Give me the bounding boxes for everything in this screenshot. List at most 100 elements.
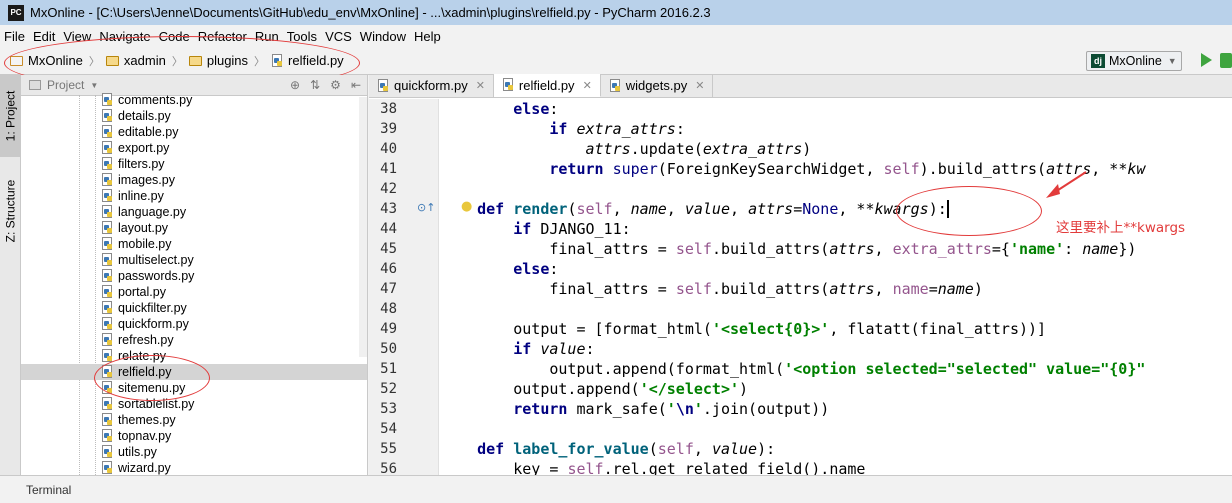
breadcrumb-item-project[interactable]: MxOnline	[6, 53, 87, 68]
package-folder-icon	[188, 55, 202, 66]
line-number: 45	[380, 241, 397, 257]
code-line: output.append('</select>')	[441, 380, 749, 398]
menu-tools[interactable]: Tools	[283, 29, 321, 44]
tree-file-item[interactable]: relate.py	[21, 348, 367, 364]
tree-file-item[interactable]: quickfilter.py	[21, 300, 367, 316]
tree-file-label: passwords.py	[118, 269, 195, 283]
chevron-right-icon: 〉	[171, 54, 183, 68]
tab-widgets[interactable]: widgets.py ✕	[601, 74, 714, 97]
debug-icon[interactable]	[1220, 53, 1232, 68]
tree-file-item[interactable]: portal.py	[21, 284, 367, 300]
python-file-icon	[101, 269, 114, 283]
tree-file-item[interactable]: themes.py	[21, 412, 367, 428]
breadcrumb-item-plugins[interactable]: plugins	[185, 53, 252, 68]
tree-file-label: sitemenu.py	[118, 381, 186, 395]
python-file-icon	[101, 365, 114, 379]
breadcrumb-item-file[interactable]: relfield.py	[267, 53, 348, 68]
tree-file-item[interactable]: multiselect.py	[21, 252, 367, 268]
code-line: else:	[513, 100, 559, 118]
package-folder-icon	[105, 55, 119, 66]
project-panel-title[interactable]: Project	[47, 78, 84, 92]
tree-file-label: relfield.py	[118, 365, 172, 379]
window-titlebar: PC MxOnline - [C:\Users\Jenne\Documents\…	[0, 0, 1232, 25]
tree-file-item[interactable]: mobile.py	[21, 236, 367, 252]
tree-file-item[interactable]: language.py	[21, 204, 367, 220]
tree-file-label: images.py	[118, 173, 175, 187]
menu-help[interactable]: Help	[410, 29, 445, 44]
line-number: 49	[380, 321, 397, 337]
project-folder-icon	[10, 55, 23, 66]
menu-window[interactable]: Window	[356, 29, 410, 44]
tree-file-item[interactable]: sortablelist.py	[21, 396, 367, 412]
run-icon[interactable]	[1201, 53, 1212, 67]
close-icon[interactable]: ✕	[695, 79, 704, 92]
tree-file-item[interactable]: inline.py	[21, 188, 367, 204]
python-file-icon	[101, 93, 114, 107]
override-marker-icon[interactable]: ⊙↑	[417, 201, 435, 214]
pycharm-app-icon: PC	[8, 4, 24, 21]
terminal-tab[interactable]: Terminal	[26, 483, 71, 497]
tree-file-label: refresh.py	[118, 333, 174, 347]
tree-file-label: details.py	[118, 109, 171, 123]
chevron-right-icon: 〉	[254, 54, 266, 68]
menu-edit[interactable]: Edit	[29, 29, 59, 44]
tree-file-item[interactable]: editable.py	[21, 124, 367, 140]
close-icon[interactable]: ✕	[583, 79, 592, 92]
python-file-icon	[101, 173, 114, 187]
gear-icon[interactable]: ⚙	[330, 78, 341, 92]
line-number: 47	[380, 281, 397, 297]
line-number: 52	[380, 381, 397, 397]
tree-file-label: layout.py	[118, 221, 169, 235]
python-file-icon	[101, 413, 114, 427]
tree-file-item[interactable]: passwords.py	[21, 268, 367, 284]
tree-file-item[interactable]: comments.py	[21, 92, 367, 108]
locate-icon[interactable]: ⊕	[290, 78, 300, 92]
menu-view[interactable]: View	[59, 29, 95, 44]
tree-file-label: themes.py	[118, 413, 176, 427]
menu-run[interactable]: Run	[251, 29, 283, 44]
python-file-icon	[101, 397, 114, 411]
python-file-icon	[101, 253, 114, 267]
breadcrumb-item-xadmin[interactable]: xadmin	[102, 53, 170, 68]
close-icon[interactable]: ✕	[476, 79, 485, 92]
tab-project[interactable]: 1: Project	[0, 75, 21, 157]
tree-file-label: inline.py	[118, 189, 164, 203]
tree-file-item[interactable]: topnav.py	[21, 428, 367, 444]
menu-code[interactable]: Code	[155, 29, 194, 44]
breadcrumb-label: xadmin	[123, 53, 166, 68]
tree-file-item[interactable]: utils.py	[21, 444, 367, 460]
tree-file-item[interactable]: sitemenu.py	[21, 380, 367, 396]
tree-file-label: comments.py	[118, 93, 193, 107]
python-file-icon	[101, 109, 114, 123]
tree-file-item[interactable]: images.py	[21, 172, 367, 188]
tree-file-item[interactable]: relfield.py	[21, 364, 367, 380]
tree-file-item[interactable]: details.py	[21, 108, 367, 124]
run-configuration-select[interactable]: dj MxOnline ▼	[1086, 51, 1182, 71]
tree-file-item[interactable]: filters.py	[21, 156, 367, 172]
python-file-icon	[502, 78, 515, 92]
tree-file-item[interactable]: quickform.py	[21, 316, 367, 332]
tree-file-label: relate.py	[118, 349, 166, 363]
code-area[interactable]: else: if extra_attrs: attrs.update(extra…	[441, 99, 1232, 475]
tab-quickform[interactable]: quickform.py ✕	[369, 74, 494, 97]
tree-file-item[interactable]: wizard.py	[21, 460, 367, 475]
menu-navigate[interactable]: Navigate	[95, 29, 154, 44]
menu-refactor[interactable]: Refactor	[194, 29, 251, 44]
python-file-icon	[101, 125, 114, 139]
line-number: 46	[380, 261, 397, 277]
collapse-icon[interactable]: ⇅	[310, 78, 320, 92]
tree-file-item[interactable]: refresh.py	[21, 332, 367, 348]
chevron-down-icon: ▼	[90, 80, 99, 90]
tab-structure[interactable]: Z: Structure	[0, 163, 21, 259]
file-tree: comments.py details.py editable.py export.p…	[21, 92, 367, 475]
tree-file-item[interactable]: export.py	[21, 140, 367, 156]
menu-vcs[interactable]: VCS	[321, 29, 356, 44]
tree-file-item[interactable]: layout.py	[21, 220, 367, 236]
hide-icon[interactable]: ⇤	[351, 78, 361, 92]
code-line: key = self.rel.get_related_field().name	[441, 460, 866, 475]
tab-relfield[interactable]: relfield.py ✕	[493, 74, 601, 97]
menu-file[interactable]: File	[0, 29, 29, 44]
python-file-icon	[101, 221, 114, 235]
